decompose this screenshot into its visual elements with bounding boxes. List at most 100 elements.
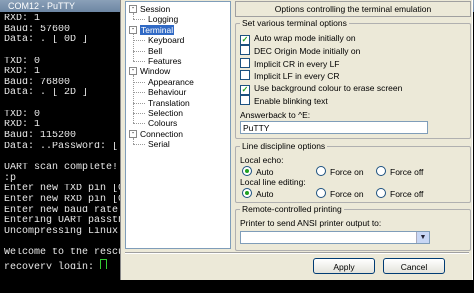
local-echo-label: Local echo: [240, 155, 284, 165]
tree-item-features[interactable]: Features [148, 56, 182, 66]
radio-button[interactable] [316, 166, 326, 176]
radio-button[interactable] [316, 188, 326, 198]
line-discipline-group: Line discipline options Local echo: Auto… [235, 141, 471, 203]
tree-item-keyboard[interactable]: Keyboard [148, 35, 184, 45]
tree-connector [133, 19, 145, 21]
answerback-input[interactable]: PuTTY [240, 121, 428, 134]
option-label: Auto wrap mode initially on [254, 33, 356, 43]
option-checkbox[interactable] [240, 84, 250, 95]
radio-button[interactable] [376, 188, 386, 198]
option-label: Use background colour to erase screen [254, 82, 403, 93]
local-echo-radio-force-off[interactable]: Force off [376, 166, 423, 178]
tree-connector [133, 75, 134, 124]
tree-connector [133, 137, 134, 145]
tree-item-window[interactable]: Window [140, 66, 170, 76]
option-checkbox[interactable] [240, 35, 250, 45]
radio-button[interactable] [242, 188, 252, 198]
terminal-title: COM12 - PuTTY [8, 1, 76, 11]
radio-label: Force off [390, 189, 424, 199]
tree-item-colours[interactable]: Colours [148, 118, 177, 128]
tree-item-label: Session [140, 4, 171, 14]
terminal-options-title: Set various terminal options [240, 18, 349, 29]
tree-item-label: Logging [148, 14, 179, 25]
tree-item-label: Features [148, 56, 182, 66]
tree-item-appearance[interactable]: Appearance [148, 77, 194, 87]
radio-label: Auto [256, 189, 274, 199]
tree-item-session[interactable]: Session [140, 4, 170, 14]
tree-item-translation[interactable]: Translation [148, 98, 190, 108]
chevron-down-icon[interactable]: ▼ [416, 232, 429, 243]
terminal-cursor [100, 258, 108, 270]
local-editing-label: Local line editing: [240, 177, 306, 187]
tree-item-label: Appearance [148, 76, 194, 87]
printer-select-value [241, 237, 243, 247]
printing-title: Remote-controlled printing [240, 204, 344, 215]
tree-connector [133, 50, 145, 52]
local-editing-radio-force-off[interactable]: Force off [376, 188, 423, 200]
tree-connector [133, 92, 145, 94]
tree-item-label: Connection [140, 128, 184, 139]
tree-connector [133, 123, 145, 125]
radio-label: Force on [330, 167, 364, 177]
option-checkbox[interactable] [240, 70, 250, 81]
local-editing-radio-auto[interactable]: Auto [242, 188, 274, 200]
printing-group: Remote-controlled printing Printer to se… [235, 204, 471, 251]
tree-item-bell[interactable]: Bell [148, 46, 162, 56]
button-separator [125, 252, 469, 254]
option-label: Implicit LF in every CR [254, 71, 340, 82]
tree-item-label: Selection [148, 108, 183, 118]
tree-item-connection[interactable]: Connection [140, 129, 183, 139]
local-echo-radio-force-on[interactable]: Force on [316, 166, 364, 178]
collapse-icon[interactable]: - [129, 129, 137, 138]
option-label: Enable blinking text [254, 96, 328, 106]
local-editing-radio-force-on[interactable]: Force on [316, 188, 364, 200]
tree-connector [133, 13, 134, 20]
cancel-button[interactable]: Cancel [383, 258, 445, 274]
apply-button[interactable]: Apply [313, 258, 375, 274]
option-label: DEC Origin Mode initially on [254, 46, 361, 57]
tree-item-serial[interactable]: Serial [148, 139, 170, 149]
radio-button[interactable] [376, 166, 386, 176]
tree-connector [133, 113, 145, 114]
tree-connector [133, 144, 145, 146]
option-row[interactable]: Enable blinking text [240, 95, 328, 107]
collapse-icon[interactable]: - [129, 25, 137, 34]
terminal-options-group: Set various terminal options Auto wrap m… [235, 18, 471, 139]
line-discipline-title: Line discipline options [240, 141, 328, 152]
tree-connector [133, 102, 145, 104]
tree-item-label: Bell [148, 45, 163, 56]
radio-label: Force off [390, 167, 424, 177]
collapse-icon[interactable]: - [129, 67, 137, 76]
tree-connector [133, 40, 145, 42]
option-checkbox[interactable] [240, 95, 250, 105]
option-checkbox[interactable] [240, 57, 250, 68]
radio-button[interactable] [242, 166, 252, 176]
collapse-icon[interactable]: - [129, 5, 137, 13]
tree-item-label: Translation [148, 97, 190, 108]
putty-reconfiguration-dialog: - Session Logging - Terminal Keyboard Bell Feat… [120, 0, 473, 280]
option-label: Implicit CR in every LF [254, 58, 340, 69]
panel-header: Options controlling the terminal emulati… [235, 1, 471, 17]
answerback-label: Answerback to ^E: [240, 110, 311, 120]
tree-item-label: Serial [148, 139, 170, 150]
radio-label: Force on [330, 189, 364, 199]
option-row[interactable]: Implicit CR in every LF [240, 57, 340, 70]
option-checkbox[interactable] [240, 45, 250, 56]
option-row[interactable]: Use background colour to erase screen [240, 83, 402, 95]
tree-item-terminal[interactable]: Terminal [140, 24, 175, 35]
tree-item-behaviour[interactable]: Behaviour [148, 87, 186, 97]
tree-connector [133, 81, 145, 83]
tree-item-label: Window [140, 66, 171, 77]
option-row[interactable]: DEC Origin Mode initially on [240, 45, 360, 57]
tree-connector [133, 61, 145, 62]
tree-item-selection[interactable]: Selection [148, 108, 183, 118]
printer-label: Printer to send ANSI printer output to: [240, 218, 382, 228]
option-row[interactable]: Implicit LF in every CR [240, 70, 340, 82]
option-row[interactable]: Auto wrap mode initially on [240, 33, 356, 45]
printer-select[interactable]: ▼ [240, 231, 430, 244]
tree-item-label: Keyboard [148, 35, 185, 46]
tree-item-label: Terminal [140, 24, 175, 35]
category-tree[interactable]: - Session Logging - Terminal Keyboard Bell Feat… [125, 1, 231, 249]
tree-connector [133, 33, 134, 61]
tree-item-logging[interactable]: Logging [148, 14, 178, 24]
